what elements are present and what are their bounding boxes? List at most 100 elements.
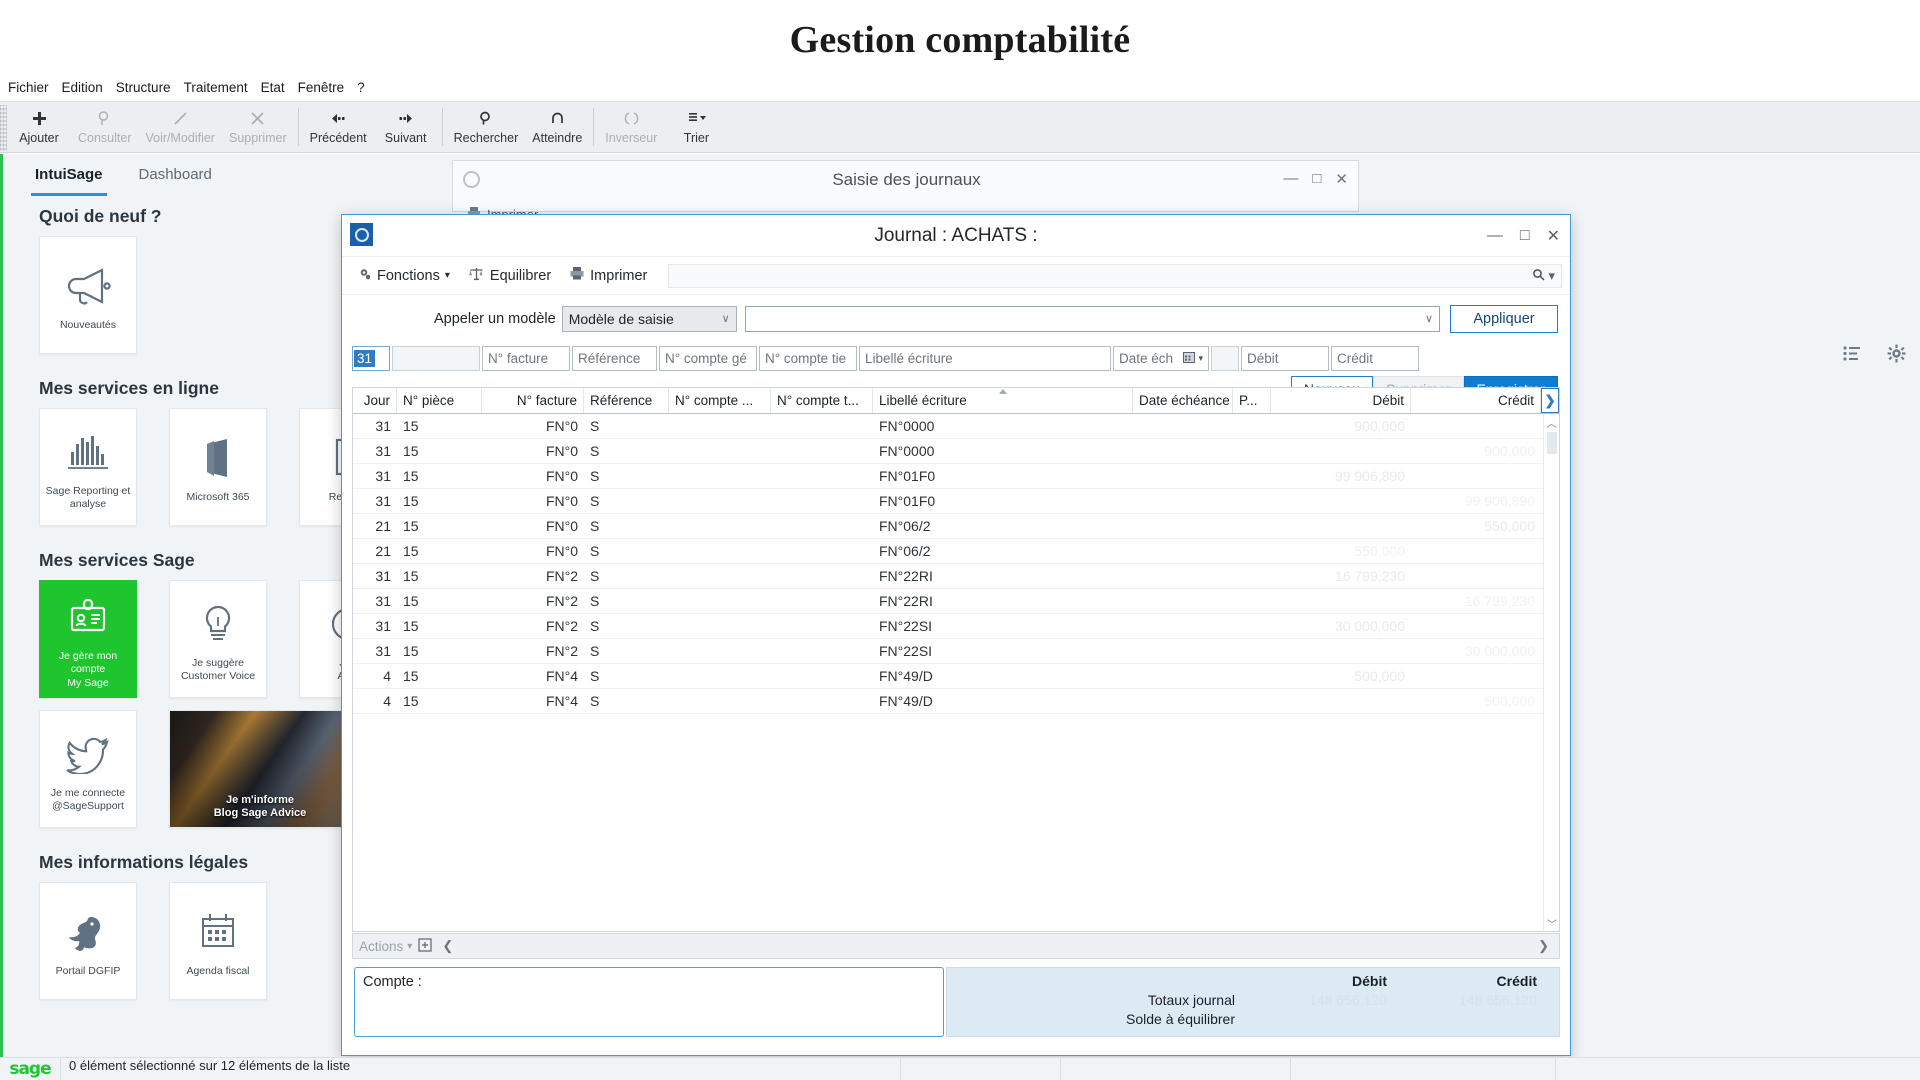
table-cell-credit[interactable]: 900,000 bbox=[1411, 443, 1541, 459]
table-cell-piece[interactable]: 15 bbox=[397, 493, 482, 509]
table-cell-facture[interactable]: FN°2 bbox=[482, 643, 584, 659]
table-cell-jour[interactable]: 31 bbox=[353, 443, 397, 459]
table-cell-facture[interactable]: FN°0 bbox=[482, 543, 584, 559]
tile-blog-sage-advice[interactable]: Je m'informe Blog Sage Advice bbox=[169, 710, 351, 828]
table-cell-jour[interactable]: 31 bbox=[353, 618, 397, 634]
compte-panel[interactable]: Compte : bbox=[354, 967, 944, 1037]
table-row[interactable]: 31 15 FN°2 S FN°22SI 30 000,000 bbox=[353, 639, 1559, 664]
table-cell-piece[interactable]: 15 bbox=[397, 593, 482, 609]
table-cell-piece[interactable]: 15 bbox=[397, 443, 482, 459]
imprimer-button[interactable]: Imprimer bbox=[562, 263, 654, 288]
menu-item-fenetre[interactable]: Fenêtre bbox=[298, 80, 345, 95]
menu-item-structure[interactable]: Structure bbox=[116, 80, 171, 95]
table-cell-reference[interactable]: S bbox=[584, 618, 669, 634]
mdi-window-saisie-des-journaux[interactable]: Saisie des journaux — □ ✕ Imprimer bbox=[452, 160, 1359, 222]
entry-field-reference[interactable]: Référence bbox=[572, 345, 657, 371]
table-cell-piece[interactable]: 15 bbox=[397, 468, 482, 484]
entry-field-p[interactable] bbox=[1211, 345, 1239, 371]
tile-my-sage[interactable]: Je gère mon compte My Sage bbox=[39, 580, 137, 698]
minimize-icon[interactable]: — bbox=[1283, 170, 1298, 188]
tile-nouveautes[interactable]: Nouveautés bbox=[39, 236, 137, 354]
close-icon[interactable]: ✕ bbox=[1335, 170, 1348, 188]
table-cell-facture[interactable]: FN°0 bbox=[482, 518, 584, 534]
table-row[interactable]: 31 15 FN°2 S FN°22RI 16 799,230 bbox=[353, 589, 1559, 614]
actions-button[interactable]: Actions ▾ bbox=[359, 939, 412, 954]
tile-agenda-fiscal[interactable]: Agenda fiscal bbox=[169, 882, 267, 1000]
table-cell-libelle[interactable]: FN°01F0 bbox=[873, 493, 1133, 509]
table-cell-piece[interactable]: 15 bbox=[397, 543, 482, 559]
table-cell-facture[interactable]: FN°0 bbox=[482, 418, 584, 434]
toolbar-button-consulter[interactable]: Consulter bbox=[71, 102, 139, 152]
table-cell-reference[interactable]: S bbox=[584, 493, 669, 509]
table-cell-jour[interactable]: 4 bbox=[353, 668, 397, 684]
table-cell-jour[interactable]: 31 bbox=[353, 568, 397, 584]
grid-column-header[interactable]: P... bbox=[1233, 388, 1271, 413]
table-cell-reference[interactable]: S bbox=[584, 643, 669, 659]
scroll-right-icon[interactable]: ❯ bbox=[1538, 938, 1549, 954]
scroll-left-icon[interactable]: ❮ bbox=[442, 938, 453, 954]
table-cell-reference[interactable]: S bbox=[584, 468, 669, 484]
entry-field-date-echeance[interactable]: Date éch ▾ bbox=[1113, 345, 1209, 371]
fonctions-button[interactable]: Fonctions ▾ bbox=[350, 263, 457, 288]
appliquer-button[interactable]: Appliquer bbox=[1450, 304, 1558, 333]
table-cell-piece[interactable]: 15 bbox=[397, 518, 482, 534]
grid-horizontal-scrollbar[interactable]: ❮ ❯ bbox=[438, 938, 1553, 954]
table-cell-jour[interactable]: 4 bbox=[353, 693, 397, 709]
maximize-icon[interactable]: □ bbox=[1520, 227, 1530, 245]
table-row[interactable]: 31 15 FN°0 S FN°01F0 99 906,890 bbox=[353, 489, 1559, 514]
entry-field-compte-tiers[interactable]: N° compte tie bbox=[759, 345, 857, 371]
table-cell-facture[interactable]: FN°2 bbox=[482, 568, 584, 584]
model-input[interactable]: ∨ bbox=[744, 305, 1440, 332]
table-cell-libelle[interactable]: FN°22SI bbox=[873, 643, 1133, 659]
toolbar-button-rechercher[interactable]: Rechercher bbox=[447, 102, 526, 152]
model-select[interactable]: Modèle de saisie ∨ bbox=[561, 305, 737, 332]
tile-microsoft-365[interactable]: Microsoft 365 bbox=[169, 408, 267, 526]
grid-column-header[interactable]: Date échéance bbox=[1133, 388, 1233, 413]
table-cell-jour[interactable]: 31 bbox=[353, 418, 397, 434]
table-row[interactable]: 31 15 FN°0 S FN°0000 900,000 bbox=[353, 439, 1559, 464]
table-cell-piece[interactable]: 15 bbox=[397, 618, 482, 634]
table-cell-reference[interactable]: S bbox=[584, 543, 669, 559]
entry-field-debit[interactable]: Débit bbox=[1241, 345, 1329, 371]
scrollbar-thumb[interactable] bbox=[1547, 432, 1557, 454]
table-cell-piece[interactable]: 15 bbox=[397, 568, 482, 584]
table-cell-debit[interactable]: 500,000 bbox=[1271, 668, 1411, 684]
dialog-titlebar[interactable]: Journal : ACHATS : — □ ✕ bbox=[342, 215, 1570, 257]
calendar-icon[interactable]: ▾ bbox=[1183, 352, 1203, 364]
grid-column-header[interactable]: N° compte ... bbox=[669, 388, 771, 413]
toolbar-button-supprimer[interactable]: Supprimer bbox=[222, 102, 294, 152]
table-row[interactable]: 31 15 FN°2 S FN°22SI 30 000,000 bbox=[353, 614, 1559, 639]
table-cell-libelle[interactable]: FN°22RI bbox=[873, 593, 1133, 609]
table-row[interactable]: 21 15 FN°0 S FN°06/2 550,000 bbox=[353, 539, 1559, 564]
table-cell-libelle[interactable]: FN°49/D bbox=[873, 668, 1133, 684]
table-cell-debit[interactable]: 99 906,890 bbox=[1271, 468, 1411, 484]
menu-item-fichier[interactable]: Fichier bbox=[8, 80, 49, 95]
table-cell-facture[interactable]: FN°0 bbox=[482, 443, 584, 459]
table-cell-jour[interactable]: 31 bbox=[353, 643, 397, 659]
menu-item-help[interactable]: ? bbox=[357, 80, 365, 95]
table-cell-reference[interactable]: S bbox=[584, 568, 669, 584]
grid-column-header[interactable]: Débit bbox=[1271, 388, 1411, 413]
table-cell-libelle[interactable]: FN°22SI bbox=[873, 618, 1133, 634]
tab-dashboard[interactable]: Dashboard bbox=[135, 160, 216, 196]
scroll-down-icon[interactable]: ﹀ bbox=[1544, 915, 1559, 931]
toolbar-button-ajouter[interactable]: Ajouter bbox=[7, 102, 71, 152]
entry-field-piece[interactable] bbox=[392, 345, 480, 371]
table-cell-jour[interactable]: 31 bbox=[353, 468, 397, 484]
table-cell-libelle[interactable]: FN°06/2 bbox=[873, 543, 1133, 559]
table-cell-credit[interactable]: 500,000 bbox=[1411, 693, 1541, 709]
table-cell-reference[interactable]: S bbox=[584, 668, 669, 684]
table-row[interactable]: 21 15 FN°0 S FN°06/2 550,000 bbox=[353, 514, 1559, 539]
dialog-search-input[interactable]: ▾ bbox=[668, 263, 1562, 288]
table-cell-credit[interactable]: 16 799,230 bbox=[1411, 593, 1541, 609]
table-cell-facture[interactable]: FN°2 bbox=[482, 618, 584, 634]
list-view-icon[interactable] bbox=[1842, 344, 1861, 363]
toolbar-drag-handle[interactable] bbox=[0, 105, 7, 151]
grid-column-header[interactable]: N° pièce bbox=[397, 388, 482, 413]
toolbar-button-atteindre[interactable]: Atteindre bbox=[525, 102, 589, 152]
table-cell-piece[interactable]: 15 bbox=[397, 643, 482, 659]
table-cell-libelle[interactable]: FN°49/D bbox=[873, 693, 1133, 709]
scroll-up-icon[interactable]: ︿ bbox=[1544, 414, 1559, 430]
table-cell-jour[interactable]: 21 bbox=[353, 518, 397, 534]
table-cell-reference[interactable]: S bbox=[584, 418, 669, 434]
